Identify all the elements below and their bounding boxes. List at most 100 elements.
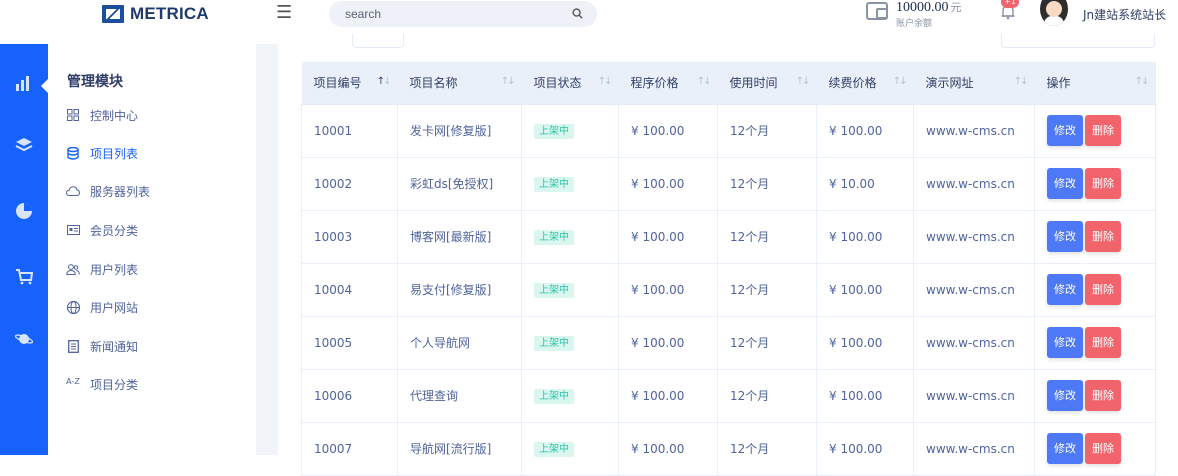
- sidebar-item-label: 项目列表: [90, 146, 139, 161]
- status-badge: 上架中: [534, 282, 574, 298]
- sidebar-item-news[interactable]: 新闻通知: [66, 336, 138, 356]
- sort-icon[interactable]: ↑↓: [1014, 76, 1029, 87]
- sort-icon[interactable]: ↑↓: [893, 76, 908, 87]
- main-content: 项目编号 ↑↓ 项目名称 ↑↓ 项目状态 ↑↓ 程序价格 ↑↓ 使用时间 ↑↓ 续费价格 ↑…: [256, 34, 1178, 476]
- sidebar-item-label: 会员分类: [90, 223, 139, 238]
- cell-renewal-price: ¥ 100.00: [816, 209, 914, 264]
- table-row: 10006 代理查询 上架中 ¥ 100.00 12个月 ¥ 100.00 ww…: [301, 368, 1156, 423]
- pie-chart-icon[interactable]: [0, 196, 48, 226]
- cell-demo-url[interactable]: www.w-cms.cn: [913, 262, 1035, 317]
- edit-button[interactable]: 修改: [1047, 380, 1083, 411]
- grid-icon: [66, 108, 80, 122]
- table-row: 10001 发卡网[修复版] 上架中 ¥ 100.00 12个月 ¥ 100.0…: [301, 103, 1156, 158]
- cell-actions: 修改 删除: [1034, 315, 1156, 370]
- cell-demo-url[interactable]: www.w-cms.cn: [913, 421, 1035, 476]
- cell-project-id: 10002: [301, 156, 398, 211]
- sidebar-title: 管理模块: [67, 74, 123, 90]
- delete-button[interactable]: 删除: [1085, 274, 1121, 305]
- edit-button[interactable]: 修改: [1047, 274, 1083, 305]
- header-project-name[interactable]: 项目名称 ↑↓: [397, 62, 522, 105]
- sidebar: 管理模块 控制中心 项目列表 服务器列表 会员分类 用户列表 用户网站 新闻通知…: [48, 44, 256, 455]
- sidebar-item-dashboard[interactable]: 控制中心: [66, 105, 138, 125]
- cell-project-name: 彩虹ds[免授权]: [397, 156, 522, 211]
- wallet-icon[interactable]: [866, 2, 888, 20]
- sort-icon[interactable]: ↑↓: [697, 76, 712, 87]
- sort-icon[interactable]: ↑↓: [377, 76, 392, 87]
- sidebar-item-projects[interactable]: 项目列表: [66, 143, 138, 163]
- cell-status: 上架中: [521, 368, 619, 423]
- header-actions[interactable]: 操作 ↑↓: [1034, 62, 1156, 105]
- balance-amount: 10000.00: [896, 0, 949, 15]
- sidebar-item-label: 服务器列表: [90, 184, 151, 199]
- sidebar-item-servers[interactable]: 服务器列表: [66, 181, 150, 201]
- chevron-down-icon[interactable]: ⌄: [1158, 7, 1166, 17]
- search-input[interactable]: [345, 5, 565, 23]
- database-icon: [66, 146, 80, 160]
- header-project-id[interactable]: 项目编号 ↑↓: [301, 62, 398, 105]
- edit-button[interactable]: 修改: [1047, 327, 1083, 358]
- table-row: 10002 彩虹ds[免授权] 上架中 ¥ 100.00 12个月 ¥ 10.0…: [301, 156, 1156, 211]
- cell-project-name: 博客网[最新版]: [397, 209, 522, 264]
- header-project-status[interactable]: 项目状态 ↑↓: [521, 62, 619, 105]
- header-usage-duration[interactable]: 使用时间 ↑↓: [717, 62, 817, 105]
- cell-demo-url[interactable]: www.w-cms.cn: [913, 209, 1035, 264]
- delete-button[interactable]: 删除: [1085, 380, 1121, 411]
- cell-price: ¥ 100.00: [618, 209, 718, 264]
- cell-duration: 12个月: [717, 209, 817, 264]
- status-badge: 上架中: [534, 388, 574, 404]
- cell-actions: 修改 删除: [1034, 421, 1156, 476]
- menu-toggle-icon[interactable]: ☰: [276, 4, 292, 22]
- delete-button[interactable]: 删除: [1085, 327, 1121, 358]
- planet-icon[interactable]: [0, 324, 48, 354]
- cell-demo-url[interactable]: www.w-cms.cn: [913, 368, 1035, 423]
- cell-demo-url[interactable]: www.w-cms.cn: [913, 156, 1035, 211]
- delete-button[interactable]: 删除: [1085, 168, 1121, 199]
- status-badge: 上架中: [534, 176, 574, 192]
- edit-button[interactable]: 修改: [1047, 115, 1083, 146]
- table-row: 10007 导航网[流行版] 上架中 ¥ 100.00 12个月 ¥ 100.0…: [301, 421, 1156, 476]
- delete-button[interactable]: 删除: [1085, 433, 1121, 464]
- cart-icon[interactable]: [0, 262, 48, 292]
- header-renewal-price[interactable]: 续费价格 ↑↓: [816, 62, 914, 105]
- sort-icon[interactable]: ↑↓: [598, 76, 613, 87]
- user-name[interactable]: Jn建站系统站长: [1083, 6, 1166, 23]
- cell-project-name: 个人导航网: [397, 315, 522, 370]
- cell-demo-url[interactable]: www.w-cms.cn: [913, 315, 1035, 370]
- sidebar-item-project-categories[interactable]: A-Z 项目分类: [66, 374, 138, 394]
- edit-button[interactable]: 修改: [1047, 433, 1083, 464]
- logo-icon: [102, 5, 124, 23]
- sort-icon[interactable]: ↑↓: [501, 76, 516, 87]
- status-badge: 上架中: [534, 229, 574, 245]
- search-box: [329, 1, 597, 27]
- status-badge: 上架中: [534, 335, 574, 351]
- status-badge: 上架中: [534, 123, 574, 139]
- user-avatar[interactable]: [1040, 0, 1068, 26]
- sidebar-item-users[interactable]: 用户列表: [66, 259, 138, 279]
- header-program-price[interactable]: 程序价格 ↑↓: [618, 62, 718, 105]
- cell-demo-url[interactable]: www.w-cms.cn: [913, 103, 1035, 158]
- sort-icon[interactable]: ↑↓: [1135, 76, 1150, 87]
- brand-logo[interactable]: METRICA: [102, 4, 209, 24]
- header-demo-url[interactable]: 演示网址 ↑↓: [913, 62, 1035, 105]
- sidebar-item-member-categories[interactable]: 会员分类: [66, 220, 138, 240]
- page-size-select[interactable]: [352, 34, 404, 48]
- cell-price: ¥ 100.00: [618, 368, 718, 423]
- table-search-input[interactable]: [1001, 34, 1155, 48]
- cell-price: ¥ 100.00: [618, 262, 718, 317]
- cell-project-id: 10003: [301, 209, 398, 264]
- cell-actions: 修改 删除: [1034, 368, 1156, 423]
- cell-renewal-price: ¥ 100.00: [816, 262, 914, 317]
- layers-icon[interactable]: [0, 130, 48, 160]
- sort-icon[interactable]: ↑↓: [796, 76, 811, 87]
- sidebar-item-user-sites[interactable]: 用户网站: [66, 297, 138, 317]
- balance-unit: 元: [950, 1, 962, 14]
- cell-price: ¥ 100.00: [618, 315, 718, 370]
- delete-button[interactable]: 删除: [1085, 221, 1121, 252]
- cell-renewal-price: ¥ 10.00: [816, 156, 914, 211]
- edit-button[interactable]: 修改: [1047, 221, 1083, 252]
- project-table-card: 项目编号 ↑↓ 项目名称 ↑↓ 项目状态 ↑↓ 程序价格 ↑↓ 使用时间 ↑↓ 续费价格 ↑…: [278, 34, 1178, 476]
- edit-button[interactable]: 修改: [1047, 168, 1083, 199]
- delete-button[interactable]: 删除: [1085, 115, 1121, 146]
- search-icon[interactable]: [572, 8, 583, 19]
- cell-actions: 修改 删除: [1034, 103, 1156, 158]
